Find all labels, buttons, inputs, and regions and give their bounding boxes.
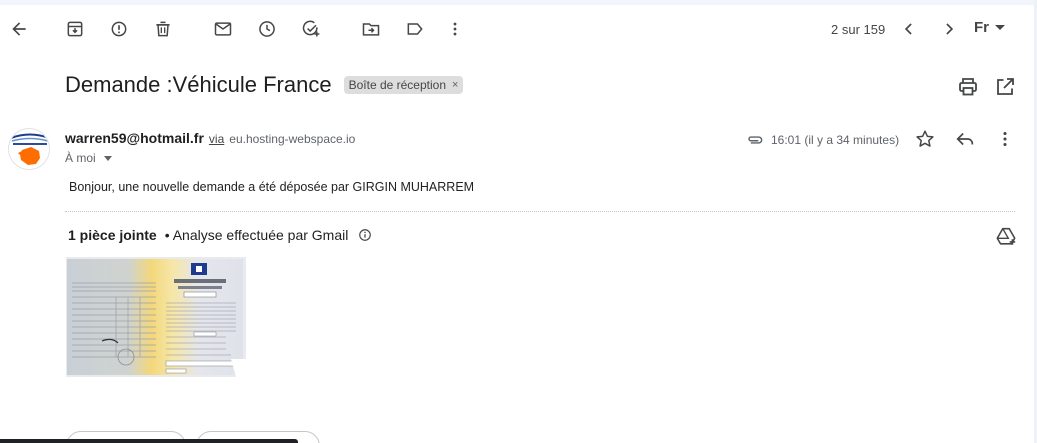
recipient-details-toggle[interactable]: À moi bbox=[65, 151, 112, 165]
add-task-icon[interactable] bbox=[293, 11, 329, 47]
recipient-label: À moi bbox=[65, 151, 96, 165]
via-domain: eu.hosting-webspace.io bbox=[229, 132, 356, 146]
pager-count: 2 sur 159 bbox=[831, 22, 886, 37]
delete-icon[interactable] bbox=[145, 11, 181, 47]
more-vert-icon[interactable] bbox=[437, 11, 473, 47]
report-spam-icon[interactable] bbox=[101, 11, 137, 47]
chevron-down-icon bbox=[995, 25, 1005, 30]
attachment-divider bbox=[65, 211, 1015, 212]
message-toolbar: 2 sur 159 Fr bbox=[0, 5, 1034, 53]
input-tools-label: Fr bbox=[974, 19, 989, 36]
scan-note: • Analyse effectuée par Gmail bbox=[164, 227, 349, 243]
attachment-thumbnail[interactable] bbox=[66, 257, 246, 377]
info-icon[interactable] bbox=[358, 228, 372, 242]
mail-icon[interactable] bbox=[205, 11, 241, 47]
subject-row: Demande :Véhicule France Boîte de récept… bbox=[65, 72, 464, 98]
message-body: Bonjour, une nouvelle demande a été dépo… bbox=[69, 180, 475, 194]
attachments-header: 1 pièce jointe • Analyse effectuée par G… bbox=[68, 227, 372, 243]
chevron-left-icon[interactable] bbox=[891, 11, 927, 47]
bottom-status-bar bbox=[0, 439, 298, 443]
message-time: 16:01 (il y a 34 minutes) bbox=[771, 133, 900, 147]
attachment-count: 1 pièce jointe bbox=[68, 227, 157, 243]
message-meta: 16:01 (il y a 34 minutes) bbox=[745, 130, 899, 150]
open-in-new-window-icon[interactable] bbox=[993, 75, 1017, 99]
arrow-back-icon[interactable] bbox=[1, 11, 37, 47]
via-link[interactable]: via bbox=[209, 132, 224, 146]
add-to-drive-icon[interactable] bbox=[995, 225, 1017, 247]
chevron-down-icon bbox=[103, 155, 112, 161]
label-chip-text: Boîte de réception bbox=[348, 78, 446, 92]
print-icon[interactable] bbox=[956, 75, 980, 99]
label-icon[interactable] bbox=[397, 11, 433, 47]
attachment-icon bbox=[748, 136, 763, 144]
move-to-icon[interactable] bbox=[353, 11, 389, 47]
star-icon[interactable] bbox=[914, 128, 936, 150]
message-subject: Demande :Véhicule France bbox=[65, 72, 332, 97]
input-tools-button[interactable]: Fr bbox=[974, 19, 1005, 36]
sender-email[interactable]: warren59@hotmail.fr bbox=[65, 130, 204, 146]
label-chip[interactable]: Boîte de réception × bbox=[343, 76, 464, 94]
reply-icon[interactable] bbox=[954, 128, 976, 150]
more-vert-icon[interactable] bbox=[994, 128, 1016, 150]
vehicle-registration-preview bbox=[66, 257, 246, 377]
avatar[interactable] bbox=[8, 128, 50, 170]
remove-label-icon[interactable]: × bbox=[452, 79, 458, 91]
clock-icon[interactable] bbox=[249, 11, 285, 47]
chevron-right-icon[interactable] bbox=[931, 11, 967, 47]
sender-line: warren59@hotmail.fr via eu.hosting-websp… bbox=[65, 130, 355, 146]
archive-icon[interactable] bbox=[57, 11, 93, 47]
